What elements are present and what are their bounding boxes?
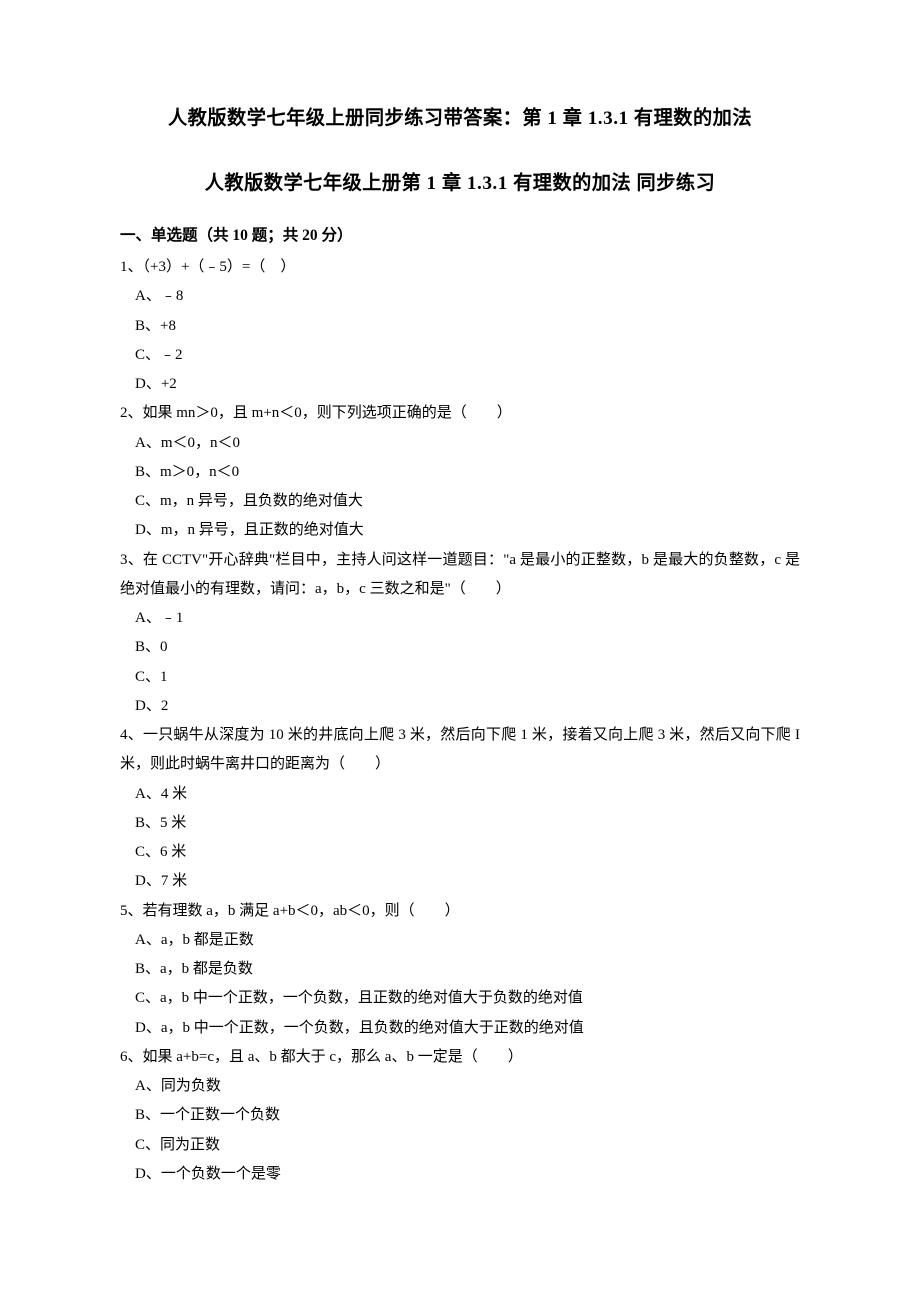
q5-option-b: B、a，b 都是负数 [120, 955, 800, 984]
q1-option-d: D、+2 [120, 370, 800, 399]
q6-option-a: A、同为负数 [120, 1072, 800, 1101]
q2-option-c: C、m，n 异号，且负数的绝对值大 [120, 487, 800, 516]
q1-stem: 1、（+3）+（﹣5）=（ ） [120, 253, 800, 282]
worksheet-subtitle: 人教版数学七年级上册第 1 章 1.3.1 有理数的加法 同步练习 [120, 165, 800, 202]
q2-option-a: A、m＜0，n＜0 [120, 429, 800, 458]
q4-option-c: C、6 米 [120, 838, 800, 867]
q5-option-a: A、a，b 都是正数 [120, 926, 800, 955]
q5-stem: 5、若有理数 a，b 满足 a+b＜0，ab＜0，则（ ） [120, 897, 800, 926]
q4-option-d: D、7 米 [120, 867, 800, 896]
q4-stem: 4、一只蜗牛从深度为 10 米的井底向上爬 3 米，然后向下爬 1 米，接着又向… [120, 721, 800, 780]
q2-option-d: D、m，n 异号，且正数的绝对值大 [120, 516, 800, 545]
q1-option-b: B、+8 [120, 312, 800, 341]
document-page: 人教版数学七年级上册同步练习带答案：第 1 章 1.3.1 有理数的加法 人教版… [0, 0, 920, 1249]
q1-option-c: C、﹣2 [120, 341, 800, 370]
q1-option-a: A、﹣8 [120, 282, 800, 311]
q4-option-b: B、5 米 [120, 809, 800, 838]
q4-option-a: A、4 米 [120, 780, 800, 809]
q3-option-b: B、0 [120, 633, 800, 662]
q3-stem: 3、在 CCTV"开心辞典"栏目中，主持人问这样一道题目："a 是最小的正整数，… [120, 546, 800, 605]
q3-option-a: A、﹣1 [120, 604, 800, 633]
worksheet-title: 人教版数学七年级上册同步练习带答案：第 1 章 1.3.1 有理数的加法 [120, 100, 800, 137]
q2-option-b: B、m＞0，n＜0 [120, 458, 800, 487]
q6-stem: 6、如果 a+b=c，且 a、b 都大于 c，那么 a、b 一定是（ ） [120, 1043, 800, 1072]
q5-option-d: D、a，b 中一个正数，一个负数，且负数的绝对值大于正数的绝对值 [120, 1014, 800, 1043]
q3-option-d: D、2 [120, 692, 800, 721]
q5-option-c: C、a，b 中一个正数，一个负数，且正数的绝对值大于负数的绝对值 [120, 984, 800, 1013]
q3-option-c: C、1 [120, 663, 800, 692]
q6-option-b: B、一个正数一个负数 [120, 1101, 800, 1130]
q6-option-c: C、同为正数 [120, 1131, 800, 1160]
section-1-header: 一、单选题（共 10 题；共 20 分） [120, 221, 800, 251]
q6-option-d: D、一个负数一个是零 [120, 1160, 800, 1189]
q2-stem: 2、如果 mn＞0，且 m+n＜0，则下列选项正确的是（ ） [120, 399, 800, 428]
